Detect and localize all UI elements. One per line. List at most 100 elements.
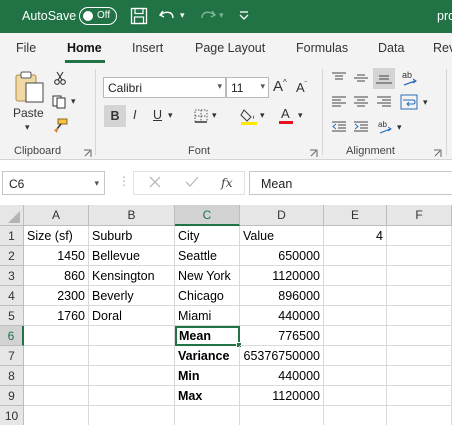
cell-b2[interactable]: Bellevue [89, 246, 175, 266]
cell-f3[interactable] [387, 266, 452, 286]
top-align-icon[interactable] [331, 71, 347, 88]
merge-dropdown-icon[interactable]: ▾ [423, 97, 428, 108]
paste-dropdown-icon[interactable]: ▾ [25, 122, 30, 133]
row-header-4[interactable]: 4 [0, 286, 24, 306]
row-header-5[interactable]: 5 [0, 306, 24, 326]
cell-d10[interactable] [240, 406, 324, 425]
tab-data[interactable]: Data [378, 41, 404, 55]
paste-label[interactable]: Paste [13, 106, 44, 120]
cell-e7[interactable] [324, 346, 387, 366]
cell-a1[interactable]: Size (sf) [24, 226, 89, 246]
row-header-10[interactable]: 10 [0, 406, 24, 425]
cell-d9[interactable]: 1120000 [240, 386, 324, 406]
undo-dropdown-icon[interactable]: ▾ [180, 10, 185, 21]
column-header-d[interactable]: D [240, 205, 324, 226]
cell-d5[interactable]: 440000 [240, 306, 324, 326]
cell-a10[interactable] [24, 406, 89, 425]
paste-icon[interactable] [12, 70, 46, 107]
cell-d8[interactable]: 440000 [240, 366, 324, 386]
cell-b4[interactable]: Beverly [89, 286, 175, 306]
cell-c10[interactable] [175, 406, 240, 425]
cell-c9[interactable]: Max [175, 386, 240, 406]
cell-b1[interactable]: Suburb [89, 226, 175, 246]
cell-d4[interactable]: 896000 [240, 286, 324, 306]
decrease-font-size-icon[interactable]: Aˇ [296, 80, 307, 95]
cell-f7[interactable] [387, 346, 452, 366]
cell-e1[interactable]: 4 [324, 226, 387, 246]
cell-b9[interactable] [89, 386, 175, 406]
bottom-align-icon[interactable] [373, 68, 395, 89]
cell-c3[interactable]: New York [175, 266, 240, 286]
cell-c1[interactable]: City [175, 226, 240, 246]
cell-a3[interactable]: 860 [24, 266, 89, 286]
tab-insert[interactable]: Insert [132, 41, 163, 55]
row-header-6[interactable]: 6 [0, 326, 24, 346]
format-painter-icon[interactable] [52, 118, 68, 137]
italic-button[interactable]: I [133, 108, 136, 122]
clipboard-launcher-icon[interactable] [83, 147, 92, 157]
cell-e4[interactable] [324, 286, 387, 306]
cell-e9[interactable] [324, 386, 387, 406]
cell-e3[interactable] [324, 266, 387, 286]
column-header-b[interactable]: B [89, 205, 175, 226]
cut-icon[interactable] [53, 71, 67, 88]
underline-dropdown-icon[interactable]: ▾ [168, 110, 173, 121]
cancel-icon[interactable] [148, 175, 162, 192]
tab-formulas[interactable]: Formulas [296, 41, 348, 55]
decrease-indent-icon[interactable] [331, 120, 347, 137]
cell-a2[interactable]: 1450 [24, 246, 89, 266]
column-header-a[interactable]: A [24, 205, 89, 226]
cell-d6[interactable]: 776500 [240, 326, 324, 346]
cell-f5[interactable] [387, 306, 452, 326]
copy-icon[interactable] [52, 95, 68, 112]
text-direction-dropdown-icon[interactable]: ▾ [397, 122, 402, 133]
wrap-text-icon[interactable] [400, 94, 418, 113]
cell-b5[interactable]: Doral [89, 306, 175, 326]
row-header-9[interactable]: 9 [0, 386, 24, 406]
align-left-icon[interactable] [331, 95, 347, 112]
align-center-icon[interactable] [353, 95, 369, 112]
name-box-dropdown-icon[interactable]: ▾ [94, 178, 99, 189]
fill-color-icon[interactable] [240, 107, 258, 128]
formula-input[interactable]: Mean [249, 171, 452, 195]
orientation-icon[interactable]: ab [400, 69, 420, 92]
undo-icon[interactable] [158, 7, 178, 25]
cell-c8[interactable]: Min [175, 366, 240, 386]
cell-a9[interactable] [24, 386, 89, 406]
cell-b10[interactable] [89, 406, 175, 425]
cell-c2[interactable]: Seattle [175, 246, 240, 266]
row-header-1[interactable]: 1 [0, 226, 24, 246]
cell-f8[interactable] [387, 366, 452, 386]
cell-a7[interactable] [24, 346, 89, 366]
copy-dropdown-icon[interactable]: ▾ [71, 96, 76, 107]
cell-e10[interactable] [324, 406, 387, 425]
tab-page-layout[interactable]: Page Layout [195, 41, 265, 55]
column-header-f[interactable]: F [387, 205, 452, 226]
cell-a5[interactable]: 1760 [24, 306, 89, 326]
cell-c4[interactable]: Chicago [175, 286, 240, 306]
cell-f1[interactable] [387, 226, 452, 246]
tab-home[interactable]: Home [67, 41, 102, 55]
cell-e5[interactable] [324, 306, 387, 326]
column-header-e[interactable]: E [324, 205, 387, 226]
cell-a6[interactable] [24, 326, 89, 346]
cell-e6[interactable] [324, 326, 387, 346]
cell-f4[interactable] [387, 286, 452, 306]
font-color-icon[interactable]: A [278, 106, 294, 128]
row-header-7[interactable]: 7 [0, 346, 24, 366]
cell-f2[interactable] [387, 246, 452, 266]
cell-d7[interactable]: 65376750000 [240, 346, 324, 366]
row-header-8[interactable]: 8 [0, 366, 24, 386]
font-name-select[interactable]: Calibri ▾ [103, 77, 226, 98]
font-launcher-icon[interactable] [309, 147, 318, 157]
borders-dropdown-icon[interactable]: ▾ [212, 110, 217, 121]
tab-review[interactable]: Rev [433, 41, 452, 55]
name-box[interactable]: C6 ▾ [2, 171, 105, 195]
select-all-corner[interactable] [0, 205, 24, 226]
cell-d1[interactable]: Value [240, 226, 324, 246]
fill-color-dropdown-icon[interactable]: ▾ [260, 110, 265, 121]
bold-button[interactable]: B [104, 105, 126, 127]
tab-file[interactable]: File [16, 41, 36, 55]
cell-f9[interactable] [387, 386, 452, 406]
cell-b7[interactable] [89, 346, 175, 366]
